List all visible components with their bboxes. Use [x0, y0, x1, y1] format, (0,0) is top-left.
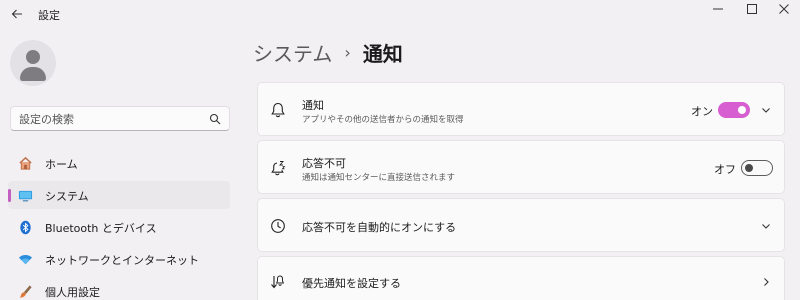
- sidebar-item-label: システム: [45, 190, 89, 203]
- sidebar-item-bluetooth[interactable]: Bluetooth とデバイス: [8, 213, 230, 241]
- priority-notifications-card[interactable]: 優先通知を設定する: [257, 256, 785, 300]
- search-icon[interactable]: [209, 113, 221, 125]
- toggle-state-label: オン: [691, 105, 713, 118]
- sidebar-item-label: ホーム: [45, 158, 78, 171]
- clock-icon: [271, 219, 285, 233]
- home-icon: [19, 156, 32, 170]
- card-title: 応答不可を自動的にオンにする: [302, 221, 457, 234]
- bell-icon: [271, 102, 285, 118]
- close-button[interactable]: [764, 2, 800, 16]
- card-description: アプリやその他の送信者からの通知を取得: [302, 115, 464, 125]
- title-bar: 設定: [0, 0, 800, 28]
- chevron-down-icon[interactable]: [761, 221, 771, 231]
- breadcrumb-separator: ›: [344, 43, 351, 62]
- do-not-disturb-toggle[interactable]: [741, 160, 773, 176]
- sidebar-item-home[interactable]: ホーム: [8, 149, 230, 177]
- avatar-head: [26, 50, 40, 64]
- toggle-state-label: オフ: [714, 163, 736, 176]
- brush-icon: [19, 285, 32, 298]
- sidebar-item-system[interactable]: システム: [8, 181, 230, 209]
- sidebar-item-label: 個人用設定: [45, 286, 100, 299]
- maximize-icon: [747, 4, 757, 14]
- avatar[interactable]: [10, 40, 56, 86]
- page-title: 通知: [362, 42, 403, 66]
- chevron-down-icon[interactable]: [761, 105, 771, 115]
- sidebar-item-network[interactable]: ネットワークとインターネット: [8, 245, 230, 273]
- wifi-icon: [18, 254, 33, 265]
- sidebar-item-personalization[interactable]: 個人用設定: [8, 277, 230, 300]
- priority-icon: [271, 275, 285, 289]
- do-not-disturb-card: 応答不可 通知は通知センターに直接送信されます オフ: [257, 140, 785, 194]
- card-title: 優先通知を設定する: [302, 277, 401, 290]
- toggle-knob: [738, 106, 746, 114]
- card-title: 応答不可: [302, 157, 346, 170]
- chevron-right-icon[interactable]: [761, 277, 771, 287]
- notifications-card[interactable]: 通知 アプリやその他の送信者からの通知を取得 オン: [257, 82, 785, 136]
- sidebar-item-label: Bluetooth とデバイス: [45, 222, 157, 235]
- back-button[interactable]: [10, 7, 24, 21]
- sidebar-item-label: ネットワークとインターネット: [45, 254, 199, 267]
- active-indicator: [8, 189, 11, 202]
- close-icon: [779, 4, 789, 14]
- search-input[interactable]: [19, 111, 199, 127]
- breadcrumb: システム › 通知: [253, 38, 403, 67]
- card-description: 通知は通知センターに直接送信されます: [302, 173, 456, 183]
- app-title: 設定: [38, 9, 60, 22]
- auto-dnd-card[interactable]: 応答不可を自動的にオンにする: [257, 198, 785, 252]
- back-arrow-icon: [11, 9, 22, 19]
- card-title: 通知: [302, 99, 324, 112]
- breadcrumb-parent[interactable]: システム: [253, 38, 332, 67]
- minimize-icon: [713, 8, 723, 10]
- toggle-knob: [745, 164, 753, 172]
- search-box: [10, 106, 230, 131]
- system-icon: [18, 190, 33, 202]
- notifications-toggle[interactable]: [718, 102, 750, 118]
- bell-snooze-icon: [271, 161, 286, 176]
- avatar-body: [20, 67, 46, 81]
- bluetooth-icon: [20, 220, 31, 235]
